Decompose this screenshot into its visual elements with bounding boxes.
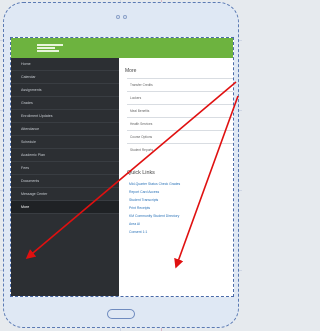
sidebar-item-academic-plan[interactable]: Academic Plan [11,149,119,162]
quick-link[interactable]: Area AI [129,220,233,228]
list-item[interactable]: Lockers [127,91,233,104]
more-title: More [125,68,137,74]
sidebar-item-documents[interactable]: Documents [11,175,119,188]
more-list: Transfer Credits Lockers Meal Benefits H… [127,78,233,156]
sidebar-item-message-center[interactable]: Message Center [11,188,119,201]
app-screen: Home Calendar Assignments Grades Enrollm… [10,37,234,297]
sidebar-item-enrollment-updates[interactable]: Enrollment Updates [11,110,119,123]
list-item[interactable]: Transfer Credits [127,78,233,91]
quick-link[interactable]: Consent 1:1 [129,228,233,236]
quick-link[interactable]: Report Card Access [129,188,233,196]
camera-icon [116,15,127,19]
home-button[interactable] [107,309,135,319]
quick-links-title: Quick Links [127,170,155,176]
sidebar-item-grades[interactable]: Grades [11,97,119,110]
sidebar-item-calendar[interactable]: Calendar [11,71,119,84]
quick-link[interactable]: Mid-Quarter Status Check Grades [129,180,233,188]
logo-icon[interactable] [37,44,63,52]
list-item[interactable]: Student Reports [127,143,233,156]
list-item[interactable]: Health Services [127,117,233,130]
sidebar-item-fees[interactable]: Fees [11,162,119,175]
quick-links-list: Mid-Quarter Status Check Grades Report C… [129,180,233,236]
app-header [11,38,233,58]
quick-link[interactable]: Student Transcripts [129,196,233,204]
list-item[interactable]: Meal Benefits [127,104,233,117]
quick-link[interactable]: Print Receipts [129,204,233,212]
sidebar-item-home[interactable]: Home [11,58,119,71]
sidebar-item-schedule[interactable]: Schedule [11,136,119,149]
tablet-frame: Home Calendar Assignments Grades Enrollm… [3,2,239,328]
quick-link[interactable]: KM Community Student Directory [129,212,233,220]
sidebar: Home Calendar Assignments Grades Enrollm… [11,58,119,296]
sidebar-item-attendance[interactable]: Attendance [11,123,119,136]
main-content: More Transfer Credits Lockers Meal Benef… [119,58,233,296]
sidebar-item-assignments[interactable]: Assignments [11,84,119,97]
list-item[interactable]: Course Options [127,130,233,143]
sidebar-item-more[interactable]: More [11,201,119,214]
